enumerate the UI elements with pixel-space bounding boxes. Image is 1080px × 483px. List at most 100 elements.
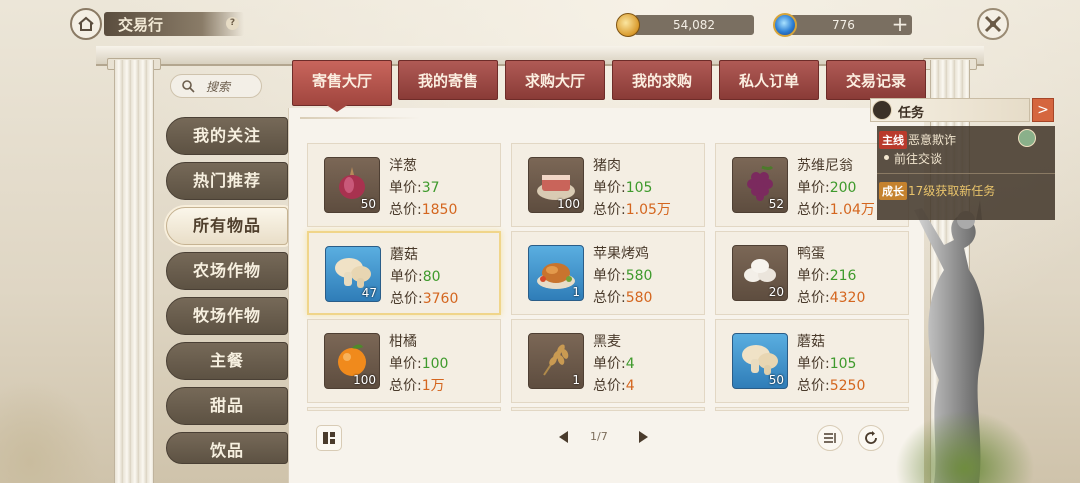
item-image: 50: [732, 333, 788, 389]
search-label: 搜索: [206, 80, 231, 94]
unit-price-value: 200: [829, 180, 857, 196]
unit-price-label: 单价:: [593, 356, 626, 372]
layout-toggle-button[interactable]: [316, 425, 342, 451]
next-page-button[interactable]: [638, 430, 650, 444]
total-price-value: 3760: [422, 291, 459, 307]
total-price-label: 总价:: [390, 291, 423, 307]
statue-vines: [895, 410, 1035, 483]
item-quantity: 1: [572, 373, 580, 387]
item-total-price-row: 总价:1.04万: [797, 199, 875, 219]
item-unit-price-row: 单价:37: [389, 177, 440, 197]
tab-private-orders[interactable]: 私人订单: [719, 60, 819, 100]
unit-price-label: 单价:: [389, 180, 422, 196]
item-unit-price-row: 单价:4: [593, 353, 635, 373]
item-card[interactable]: 100 柑橘 单价:100 总价:1万: [307, 319, 501, 403]
total-price-label: 总价:: [389, 378, 422, 394]
item-total-price-row: 总价:1850: [389, 199, 457, 219]
item-quantity: 1: [572, 285, 580, 299]
sidebar-item-following[interactable]: 我的关注: [166, 117, 288, 155]
refresh-button[interactable]: [858, 425, 884, 451]
left-foliage: [0, 380, 100, 483]
task-divider: [877, 173, 1055, 174]
npc-avatar: [1018, 129, 1036, 147]
item-card[interactable]: 20 鸭蛋 单价:216 总价:4320: [715, 231, 909, 315]
item-card-partial: [715, 407, 909, 411]
help-icon[interactable]: ?: [226, 17, 239, 30]
total-price-label: 总价:: [389, 202, 422, 218]
item-image: 47: [325, 246, 381, 302]
sidebar-item-farm-crops[interactable]: 农场作物: [166, 252, 288, 290]
item-name: 蘑菇: [390, 247, 418, 263]
item-name: 猪肉: [593, 158, 621, 174]
sidebar-item-hot[interactable]: 热门推荐: [166, 162, 288, 200]
item-image: 100: [324, 333, 380, 389]
item-unit-price-row: 单价:200: [797, 177, 856, 197]
unit-price-label: 单价:: [797, 180, 830, 196]
main-quest-subtask: 前往交谈: [894, 152, 943, 166]
item-unit-price-row: 单价:80: [390, 266, 441, 286]
unit-price-label: 单价:: [389, 356, 422, 372]
item-card[interactable]: 1 黑麦 单价:4 总价:4: [511, 319, 705, 403]
tab-my-consignment[interactable]: 我的寄售: [398, 60, 498, 100]
close-button[interactable]: [977, 8, 1009, 40]
item-card[interactable]: 50 洋葱 单价:37 总价:1850: [307, 143, 501, 227]
main-quest-tag: 主线: [879, 131, 907, 149]
item-quantity: 20: [768, 285, 784, 299]
item-card[interactable]: 1 苹果烤鸡 单价:580 总价:580: [511, 231, 705, 315]
item-card[interactable]: 47 蘑菇 单价:80 总价:3760: [307, 231, 501, 315]
growth-quest-tag: 成长: [879, 182, 907, 200]
unit-price-value: 100: [421, 356, 449, 372]
item-name: 苹果烤鸡: [593, 246, 649, 262]
unit-price-value: 4: [625, 356, 635, 372]
item-unit-price-row: 单价:105: [797, 353, 856, 373]
item-image: 52: [732, 157, 788, 213]
main-quest-title: 恶意欺诈: [908, 133, 957, 147]
sidebar-item-main-dish[interactable]: 主餐: [166, 342, 288, 380]
tab-consignment-hall[interactable]: 寄售大厅: [292, 60, 392, 106]
collapse-task-arrow-icon[interactable]: >: [1032, 98, 1054, 122]
gem-icon: [773, 13, 797, 37]
quest-icon: [872, 100, 892, 120]
total-price-label: 总价:: [797, 202, 830, 218]
unit-price-value: 580: [625, 268, 653, 284]
item-total-price-row: 总价:580: [593, 287, 652, 307]
sidebar-item-dessert[interactable]: 甜品: [166, 387, 288, 425]
item-total-price-row: 总价:4320: [797, 287, 865, 307]
unit-price-label: 单价:: [593, 180, 626, 196]
total-price-value: 4: [625, 378, 635, 394]
sidebar-item-drinks[interactable]: 饮品: [166, 432, 288, 464]
active-tab-pointer: [325, 104, 349, 112]
total-price-label: 总价:: [797, 378, 830, 394]
sidebar-item-all-items[interactable]: 所有物品: [166, 207, 288, 245]
task-panel-header[interactable]: [870, 98, 1030, 122]
total-price-label: 总价:: [593, 378, 626, 394]
item-name: 黑麦: [593, 334, 621, 350]
item-quantity: 50: [360, 197, 376, 211]
item-name: 苏维尼翁: [797, 158, 853, 174]
total-price-value: 1.04万: [829, 202, 875, 218]
total-price-label: 总价:: [593, 290, 626, 306]
item-card[interactable]: 100 猪肉 单价:105 总价:1.05万: [511, 143, 705, 227]
item-quantity: 50: [768, 373, 784, 387]
prev-page-button[interactable]: [557, 430, 569, 444]
item-total-price-row: 总价:1万: [389, 375, 445, 395]
item-total-price-row: 总价:1.05万: [593, 199, 671, 219]
tab-trade-records[interactable]: 交易记录: [826, 60, 926, 100]
growth-quest-text: 17级获取新任务: [908, 184, 996, 198]
item-image: 1: [528, 245, 584, 301]
close-icon: [984, 15, 1002, 33]
tab-my-buy-orders[interactable]: 我的求购: [612, 60, 712, 100]
item-quantity: 52: [768, 197, 784, 211]
item-card[interactable]: 50 蘑菇 单价:105 总价:5250: [715, 319, 909, 403]
add-gem-button[interactable]: +: [890, 14, 910, 35]
unit-price-value: 105: [829, 356, 857, 372]
grid-icon: [323, 432, 335, 444]
sort-button[interactable]: [817, 425, 843, 451]
home-button[interactable]: [70, 8, 102, 40]
tab-buy-hall[interactable]: 求购大厅: [505, 60, 605, 100]
unit-price-value: 105: [625, 180, 653, 196]
unit-price-value: 80: [422, 269, 441, 285]
item-total-price-row: 总价:3760: [390, 288, 458, 308]
item-unit-price-row: 单价:100: [389, 353, 448, 373]
sidebar-item-ranch-crops[interactable]: 牧场作物: [166, 297, 288, 335]
